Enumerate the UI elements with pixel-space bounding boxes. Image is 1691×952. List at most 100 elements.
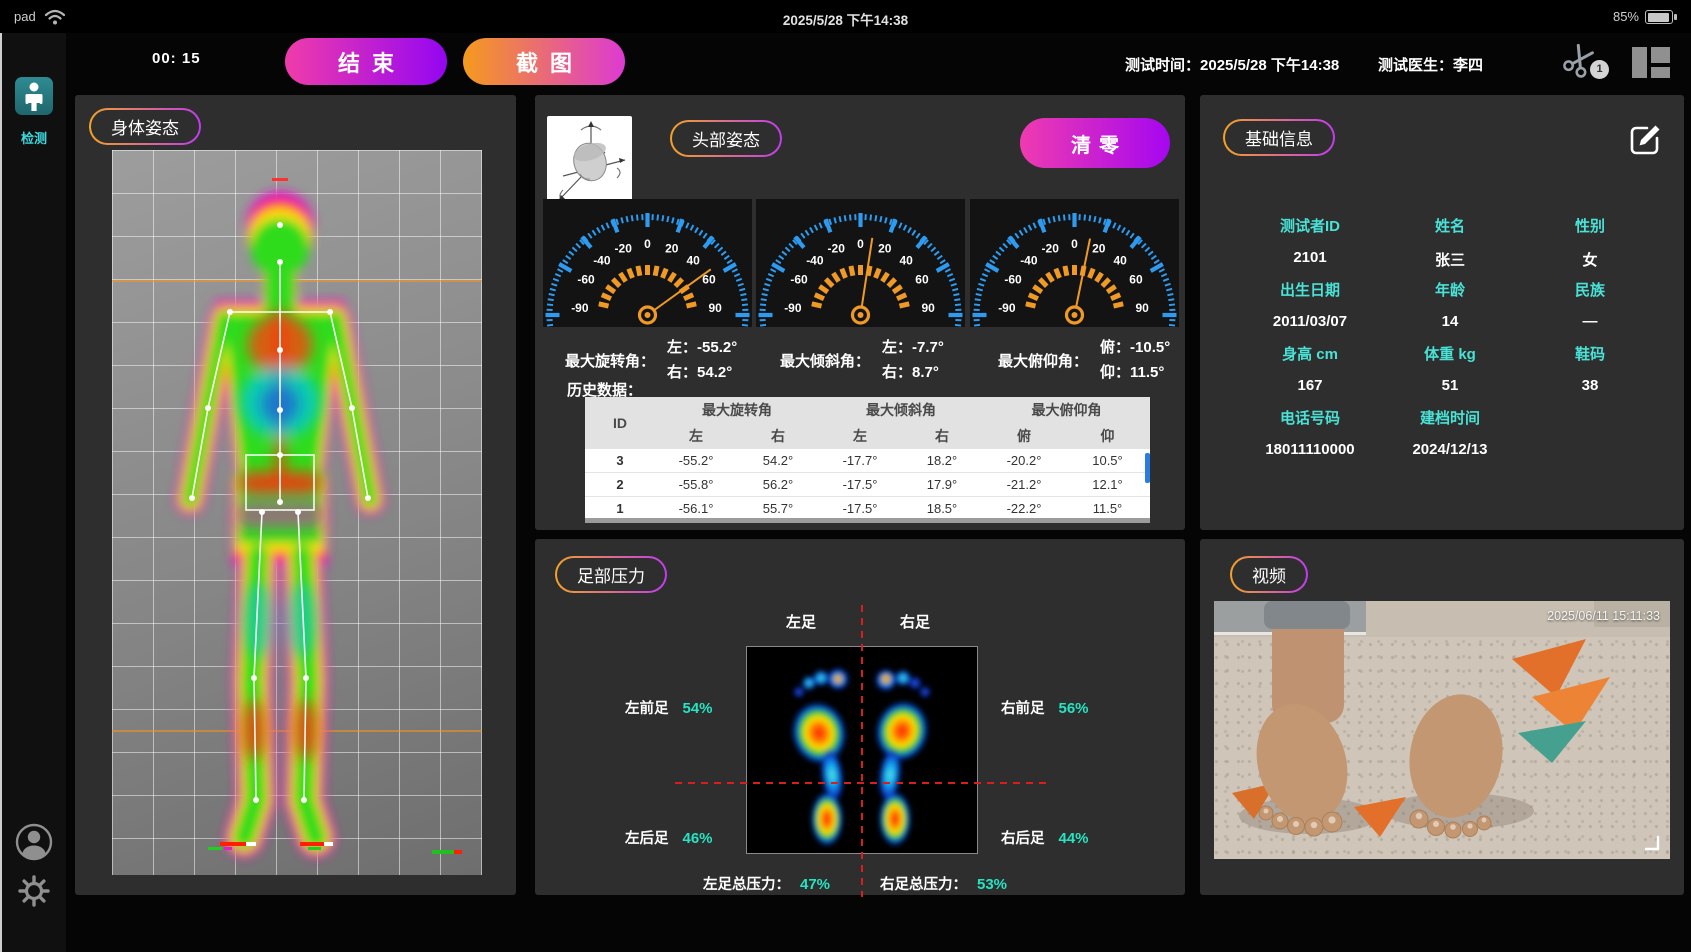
head-posture-panel: 头部姿态 清零 -90-60-40-20020406090 -90-60-40-… [535, 95, 1185, 530]
center-line-vertical [861, 605, 863, 897]
test-time: 测试时间：2025/5/28 下午14:38 [1125, 54, 1339, 75]
basic-info-title: 基础信息 [1223, 119, 1335, 156]
left-total-pressure: 左足总压力：47% [703, 873, 830, 894]
right-forefoot-stat: 右前足56% [1001, 697, 1089, 718]
head-axes-diagram [547, 116, 632, 210]
svg-text:20: 20 [665, 241, 679, 255]
svg-text:40: 40 [686, 254, 700, 268]
info-field: 体重 kg51 [1380, 343, 1520, 389]
table-horizontal-scrollbar[interactable] [585, 518, 1150, 523]
info-field: 鞋码38 [1520, 343, 1660, 389]
app-root: pad 2025/5/28 下午14:38 85% 检测 [0, 0, 1691, 952]
table-row: 2 -55.8°56.2° -17.5°17.9° -21.2°12.1° [585, 473, 1150, 497]
reset-zero-button[interactable]: 清零 [1020, 118, 1170, 168]
info-field: 测试者ID2101 [1240, 215, 1380, 261]
center-line-horizontal [675, 782, 1047, 784]
left-foot-label: 左足 [771, 611, 831, 632]
table-vertical-scrollbar[interactable] [1145, 453, 1150, 483]
sidebar: 检测 [0, 33, 66, 952]
svg-text:-20: -20 [615, 241, 633, 255]
svg-text:40: 40 [899, 254, 913, 268]
head-posture-title: 头部姿态 [670, 120, 782, 157]
battery-percent: 85% [1613, 9, 1639, 24]
svg-text:-40: -40 [593, 254, 611, 268]
max-tilt-metric: 最大倾斜角： 左：-7.7°右：8.7° [780, 335, 944, 385]
scissors-badge: 1 [1590, 60, 1609, 79]
foot-pressure-title: 足部压力 [555, 556, 667, 593]
info-field: 建档时间2024/12/13 [1380, 407, 1520, 453]
test-doctor: 测试医生：李四 [1378, 54, 1483, 75]
info-field: 民族— [1520, 279, 1660, 325]
video-scene [1214, 601, 1670, 859]
svg-text:0: 0 [857, 237, 864, 251]
svg-text:-20: -20 [1042, 241, 1060, 255]
body-thermal-figure [112, 150, 482, 875]
gear-icon [16, 873, 52, 909]
history-table: ID 最大旋转角 最大倾斜角 最大俯仰角 左右 左右 俯仰 3 -55.2°54… [585, 397, 1150, 523]
info-field: 电话号码18011110000 [1240, 407, 1380, 453]
svg-text:-90: -90 [571, 301, 589, 315]
svg-text:-20: -20 [828, 241, 846, 255]
session-timer: 00: 15 [152, 50, 201, 67]
svg-text:0: 0 [1071, 237, 1078, 251]
svg-text:-60: -60 [1004, 273, 1022, 287]
layout-grid-icon[interactable] [1632, 47, 1670, 78]
svg-text:-40: -40 [1020, 254, 1038, 268]
info-fields-grid: 测试者ID2101 姓名张三 性别女 出生日期2011/03/07 年龄14 民… [1240, 215, 1660, 453]
svg-text:40: 40 [1113, 254, 1127, 268]
screenshot-button[interactable]: 截图 [463, 38, 625, 85]
expand-corner-icon[interactable] [1642, 833, 1662, 853]
left-rearfoot-stat: 左后足46% [625, 827, 713, 848]
info-field: 年龄14 [1380, 279, 1520, 325]
video-timestamp: 2025/06/11 15:11:33 [1547, 609, 1660, 623]
right-rearfoot-stat: 右后足44% [1001, 827, 1089, 848]
max-pitch-metric: 最大俯仰角： 俯：-10.5°仰：11.5° [998, 335, 1170, 385]
gauge-tilt: -90 -60 -40 -20 0 20 4060 90 [756, 199, 965, 327]
battery-icon [1645, 10, 1673, 24]
right-foot-label: 右足 [885, 611, 945, 632]
end-button[interactable]: 结束 [285, 38, 447, 85]
gauge-rotation: -90-60-40-20020406090 [543, 199, 752, 327]
svg-text:-90: -90 [998, 301, 1016, 315]
info-field: 身高 cm167 [1240, 343, 1380, 389]
right-total-pressure: 右足总压力：53% [880, 873, 1007, 894]
body-posture-title: 身体姿态 [89, 108, 201, 145]
profile-button[interactable] [2, 822, 66, 867]
table-sub-header-row: 左右 左右 俯仰 [585, 423, 1150, 449]
person-detect-icon [15, 77, 53, 115]
max-rotation-metric: 最大旋转角： 左：-55.2°右：54.2° [565, 335, 737, 385]
table-row: 1 -56.1°55.7° -17.5°18.5° -22.2°11.5° [585, 497, 1150, 521]
video-feed[interactable]: 2025/06/11 15:11:33 [1214, 601, 1670, 859]
svg-text:-40: -40 [806, 254, 824, 268]
left-forefoot-stat: 左前足54% [625, 697, 713, 718]
edit-icon[interactable] [1626, 121, 1664, 159]
svg-text:60: 60 [915, 273, 929, 287]
svg-text:90: 90 [708, 301, 722, 315]
svg-text:-60: -60 [790, 273, 808, 287]
body-posture-panel: 身体姿态 [75, 95, 516, 895]
svg-text:90: 90 [1135, 301, 1149, 315]
svg-text:20: 20 [1092, 241, 1106, 255]
settings-button[interactable] [2, 873, 66, 914]
sidebar-item-detect[interactable]: 检测 [2, 77, 66, 147]
table-group-header-row: ID 最大旋转角 最大倾斜角 最大俯仰角 [585, 397, 1150, 423]
video-title: 视频 [1230, 556, 1308, 593]
video-panel: 视频 2025/06/11 15:11:33 [1200, 539, 1684, 895]
svg-text:90: 90 [921, 301, 935, 315]
info-field: 性别女 [1520, 215, 1660, 261]
status-bar: pad 2025/5/28 下午14:38 85% [0, 0, 1691, 33]
table-row: 3 -55.2°54.2° -17.7°18.2° -20.2°10.5° [585, 449, 1150, 473]
svg-text:20: 20 [878, 241, 892, 255]
info-field: 出生日期2011/03/07 [1240, 279, 1380, 325]
svg-text:-60: -60 [577, 273, 595, 287]
gauge-pitch: -90-60-40-20020406090 [970, 199, 1179, 327]
body-thermal-image [112, 150, 482, 875]
svg-text:0: 0 [644, 237, 651, 251]
basic-info-panel: 基础信息 测试者ID2101 姓名张三 性别女 出生日期2011/03/07 年… [1200, 95, 1684, 530]
info-field: 姓名张三 [1380, 215, 1520, 261]
profile-icon [14, 822, 54, 862]
status-datetime: 2025/5/28 下午14:38 [0, 9, 1691, 29]
sidebar-item-label: 检测 [2, 128, 66, 147]
foot-pressure-panel: 足部压力 左足 右足 [535, 539, 1185, 895]
svg-text:-90: -90 [784, 301, 802, 315]
